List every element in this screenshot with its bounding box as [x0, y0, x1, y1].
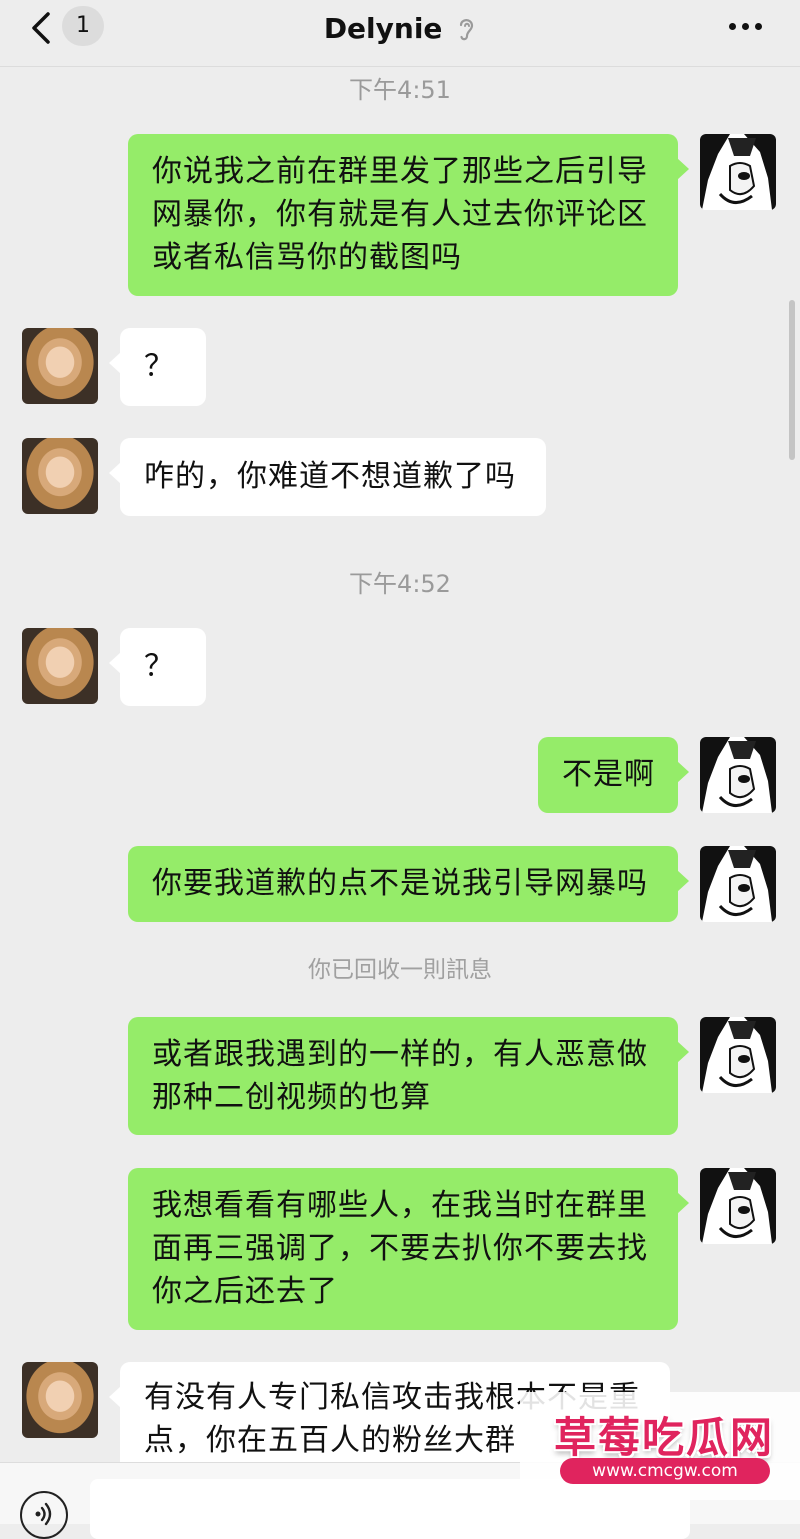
timestamp: 下午4:52 — [349, 570, 451, 598]
message-text: 咋的，你难道不想道歉了吗 — [144, 459, 516, 494]
message-bubble-friend[interactable]: ？ — [109, 628, 206, 706]
message-text: 不是啊 — [562, 757, 655, 792]
message-bubble-friend[interactable]: 咋的，你难道不想道歉了吗 — [109, 438, 546, 516]
more-options-button[interactable] — [726, 14, 772, 40]
watermark: 草莓吃瓜网 www.cmcgw.com — [520, 1392, 800, 1500]
voice-input-button[interactable] — [20, 1491, 68, 1539]
friend-avatar[interactable] — [22, 628, 98, 704]
message-text: 网暴你，你有就是有人过去你评论区 — [152, 197, 648, 232]
ear-icon — [460, 19, 474, 41]
watermark-title: 草莓吃瓜网 — [553, 1413, 774, 1462]
chat-title: Delynie — [0, 10, 800, 47]
chat-title-text: Delynie — [323, 12, 443, 45]
friend-avatar[interactable] — [22, 328, 98, 404]
message-bubble-me[interactable]: 你说我之前在群里发了那些之后引导 网暴你，你有就是有人过去你评论区 或者私信骂你… — [128, 134, 689, 296]
watermark-url: www.cmcgw.com — [560, 1458, 770, 1484]
more-icon-dot — [729, 23, 736, 30]
my-avatar[interactable] — [700, 737, 776, 813]
message-text: 面再三强调了，不要去扒你不要去找 — [152, 1231, 648, 1266]
more-icon-dot — [742, 23, 749, 30]
message-text: 你说我之前在群里发了那些之后引导 — [152, 154, 648, 189]
message-text: 你要我道歉的点不是说我引导网暴吗 — [152, 866, 648, 901]
recall-notice: 你已回收一則訊息 — [308, 957, 492, 983]
message-bubble-me[interactable]: 不是啊 — [538, 737, 689, 813]
my-avatar[interactable] — [700, 846, 776, 922]
my-avatar[interactable] — [700, 134, 776, 210]
timestamp: 下午4:51 — [349, 76, 451, 104]
scrollbar[interactable] — [789, 300, 795, 460]
message-text: ？ — [144, 649, 175, 684]
message-text: 你之后还去了 — [152, 1274, 338, 1309]
message-text: 那种二创视频的也算 — [152, 1080, 431, 1115]
message-text: 或者跟我遇到的一样的，有人恶意做 — [152, 1037, 648, 1072]
message-text: ？ — [144, 349, 175, 384]
message-bubble-me[interactable]: 你要我道歉的点不是说我引导网暴吗 — [128, 846, 689, 922]
top-bar: 1 Delynie — [0, 0, 800, 67]
my-avatar[interactable] — [700, 1168, 776, 1244]
more-icon-dot — [755, 23, 762, 30]
friend-avatar[interactable] — [22, 1362, 98, 1438]
message-bubble-me[interactable]: 或者跟我遇到的一样的，有人恶意做 那种二创视频的也算 — [128, 1017, 689, 1135]
message-text: 或者私信骂你的截图吗 — [152, 240, 462, 275]
voice-icon — [35, 1502, 52, 1526]
message-bubble-friend[interactable]: ？ — [109, 328, 206, 406]
friend-avatar[interactable] — [22, 438, 98, 514]
message-text: 我想看看有哪些人，在我当时在群里 — [152, 1188, 648, 1223]
message-bubble-me[interactable]: 我想看看有哪些人，在我当时在群里 面再三强调了，不要去扒你不要去找 你之后还去了 — [128, 1168, 689, 1330]
my-avatar[interactable] — [700, 1017, 776, 1093]
